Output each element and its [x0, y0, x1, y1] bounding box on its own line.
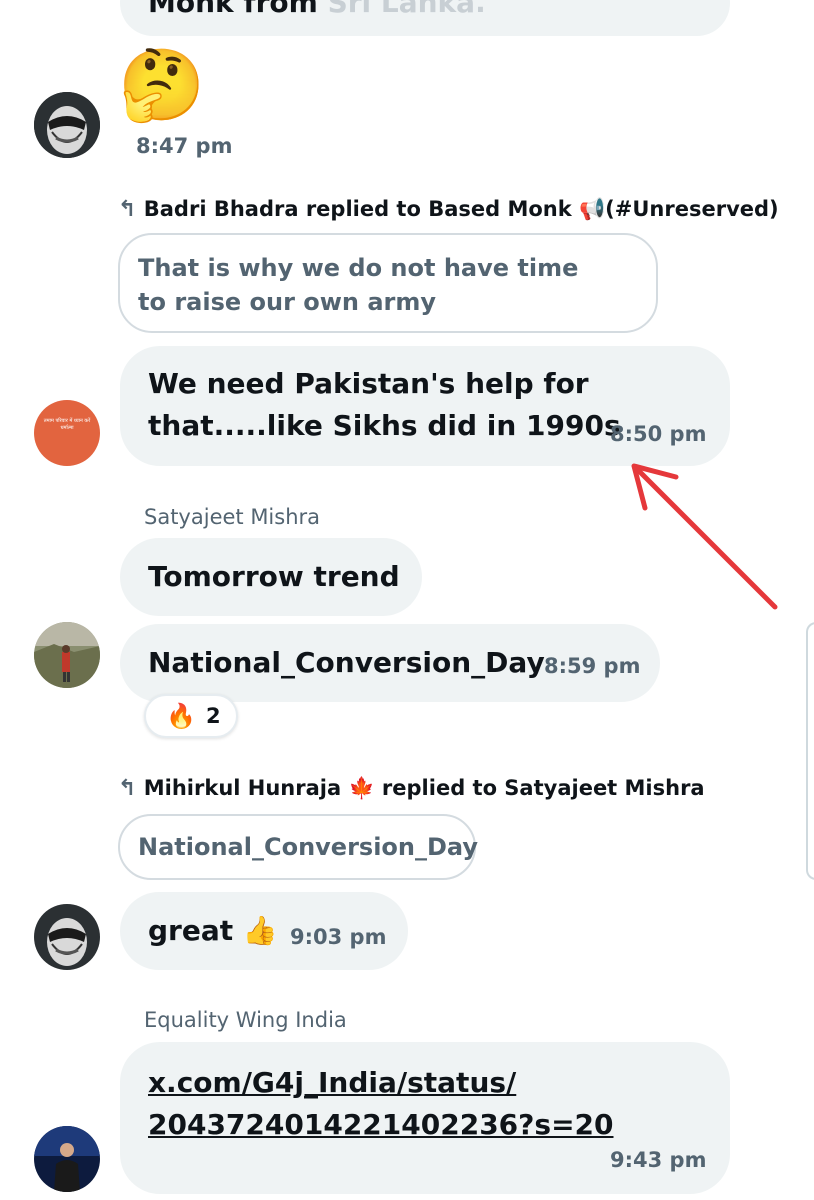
- message-time: 9:43 pm: [610, 1148, 707, 1172]
- person-speaker-icon: [34, 1126, 100, 1192]
- reply-header: ↰ Mihirkul Hunraja 🍁 replied to Satyajee…: [118, 776, 705, 801]
- reply-header-text: Badri Bhadra replied to Based Monk 📢(#Un…: [143, 197, 779, 221]
- avatar-based-monk[interactable]: [34, 92, 100, 158]
- message-bubble[interactable]: great 👍 9:03 pm: [120, 892, 408, 970]
- message-time: 8:59 pm: [544, 654, 641, 678]
- avatar-satyajeet-mishra[interactable]: [34, 622, 100, 688]
- fire-emoji: 🔥: [166, 702, 196, 730]
- quoted-message[interactable]: National_Conversion_Day: [118, 814, 479, 880]
- reply-arrow-icon: ↰: [118, 197, 137, 222]
- quoted-message[interactable]: That is why we do not have time to raise…: [118, 233, 658, 333]
- reply-arrow-icon: ↰: [118, 776, 137, 801]
- message-time: 9:03 pm: [290, 925, 387, 949]
- masked-face-icon: [34, 92, 100, 158]
- message-time: 8:50 pm: [610, 422, 707, 446]
- avatar-mihirkul-hunraja[interactable]: [34, 904, 100, 970]
- quoted-text: That is why we do not have time to raise…: [138, 254, 579, 316]
- message-line-2: that.....like Sikhs did in 1990s: [148, 409, 621, 442]
- reply-header: ↰ Badri Bhadra replied to Based Monk 📢(#…: [118, 197, 779, 222]
- message-bubble[interactable]: Tomorrow trend: [120, 538, 422, 616]
- reaction-count: 2: [206, 704, 221, 728]
- avatar-badri-bhadra[interactable]: तमाम परिवार में ध्यान करें धर्मात्मा: [34, 400, 100, 466]
- message-text: great 👍: [148, 914, 278, 947]
- message-bubble-partial[interactable]: Monk from Sri Lanka.: [120, 0, 730, 36]
- avatar-equality-wing-india[interactable]: [34, 1126, 100, 1192]
- avatar-poster-text: तमाम परिवार में ध्यान करें धर्मात्मा: [43, 418, 91, 431]
- message-text: National_Conversion_Day: [148, 646, 545, 679]
- message-bubble[interactable]: x.com/G4j_India/status/ 2043724014221402…: [120, 1042, 730, 1194]
- message-text-partial: Monk from: [148, 0, 318, 19]
- message-text: Tomorrow trend: [148, 560, 400, 593]
- scrollbar-track[interactable]: [806, 622, 814, 880]
- sender-name[interactable]: Equality Wing India: [144, 1008, 347, 1032]
- reply-header-text: Mihirkul Hunraja 🍁 replied to Satyajeet …: [143, 776, 705, 800]
- message-bubble[interactable]: National_Conversion_Day 8:59 pm: [120, 624, 660, 702]
- message-link-line-1[interactable]: x.com/G4j_India/status/: [148, 1062, 614, 1104]
- sender-name[interactable]: Satyajeet Mishra: [144, 505, 320, 529]
- reaction-chip[interactable]: 🔥 2: [144, 694, 238, 738]
- person-outdoors-icon: [34, 622, 100, 688]
- thinking-emoji[interactable]: 🤔: [118, 40, 205, 130]
- masked-face-icon: [34, 904, 100, 970]
- quoted-text: National_Conversion_Day: [138, 833, 479, 861]
- message-line-1: We need Pakistan's help for: [148, 367, 589, 400]
- message-time: 8:47 pm: [136, 134, 233, 158]
- message-bubble[interactable]: We need Pakistan's help for that.....lik…: [120, 346, 730, 466]
- message-text-faded: Sri Lanka.: [327, 0, 486, 19]
- annotation-arrow: [631, 463, 778, 610]
- message-link-line-2[interactable]: 2043724014221402236?s=20: [148, 1104, 614, 1146]
